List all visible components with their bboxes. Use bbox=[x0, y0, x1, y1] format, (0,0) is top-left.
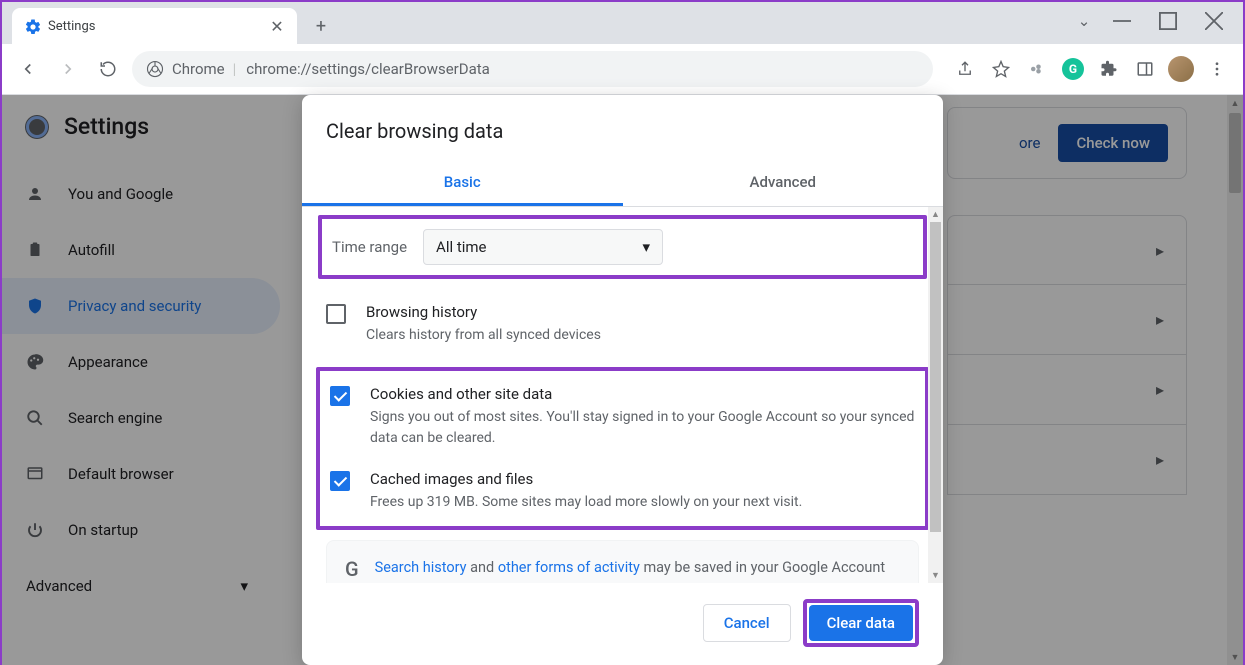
back-button[interactable] bbox=[12, 53, 44, 85]
menu-dots-icon[interactable] bbox=[1201, 53, 1233, 85]
dialog-title: Clear browsing data bbox=[302, 95, 943, 161]
dialog-scrollbar[interactable]: ▲ ▼ bbox=[928, 207, 943, 583]
window-close-button[interactable] bbox=[1191, 7, 1237, 35]
option-desc: Frees up 319 MB. Some sites may load mor… bbox=[370, 492, 915, 512]
reload-button[interactable] bbox=[92, 53, 124, 85]
scroll-up-icon[interactable]: ▲ bbox=[928, 207, 943, 222]
gear-icon bbox=[24, 18, 40, 34]
time-range-value: All time bbox=[436, 238, 486, 256]
bookmark-star-icon[interactable] bbox=[985, 53, 1017, 85]
sidepanel-icon[interactable] bbox=[1129, 53, 1161, 85]
share-icon[interactable] bbox=[949, 53, 981, 85]
url-text: chrome://settings/clearBrowserData bbox=[246, 60, 490, 78]
link-search-history[interactable]: Search history bbox=[375, 559, 467, 576]
clear-data-highlight: Clear data bbox=[803, 599, 919, 647]
site-identity: Chrome | bbox=[146, 60, 236, 78]
option-cookies: Cookies and other site data Signs you ou… bbox=[330, 385, 915, 448]
checkbox-cookies[interactable] bbox=[330, 386, 350, 406]
time-range-label: Time range bbox=[332, 238, 407, 256]
toolbar-actions: G bbox=[949, 53, 1233, 85]
profile-avatar[interactable] bbox=[1165, 53, 1197, 85]
maximize-button[interactable] bbox=[1145, 7, 1191, 35]
grammarly-icon[interactable]: G bbox=[1057, 53, 1089, 85]
tab-title: Settings bbox=[48, 19, 261, 34]
site-id-label: Chrome bbox=[172, 60, 225, 78]
clear-browsing-data-dialog: Clear browsing data Basic Advanced Time … bbox=[302, 95, 943, 665]
time-range-row: Time range All time ▾ bbox=[318, 215, 927, 279]
chrome-logo-icon bbox=[146, 60, 164, 78]
google-g-icon: G bbox=[345, 557, 359, 579]
minimize-button[interactable] bbox=[1099, 7, 1145, 35]
link-other-activity[interactable]: other forms of activity bbox=[498, 559, 640, 576]
new-tab-button[interactable]: + bbox=[307, 12, 335, 40]
toolbar: Chrome | chrome://settings/clearBrowserD… bbox=[2, 44, 1243, 95]
option-desc: Clears history from all synced devices bbox=[366, 325, 919, 345]
option-cache: Cached images and files Frees up 319 MB.… bbox=[330, 470, 915, 512]
tab-basic[interactable]: Basic bbox=[302, 161, 623, 206]
option-desc: Signs you out of most sites. You'll stay… bbox=[370, 407, 915, 448]
clear-data-button[interactable]: Clear data bbox=[809, 605, 913, 641]
browser-tab[interactable]: Settings ✕ bbox=[12, 8, 297, 44]
tab-search-icon[interactable]: ⌄ bbox=[1069, 7, 1099, 35]
checkbox-browsing-history[interactable] bbox=[326, 304, 346, 324]
time-range-select[interactable]: All time ▾ bbox=[423, 229, 663, 265]
highlighted-options: Cookies and other site data Signs you ou… bbox=[316, 367, 929, 530]
dialog-tabs: Basic Advanced bbox=[302, 161, 943, 207]
chevron-down-icon: ▾ bbox=[643, 238, 651, 256]
browser-chrome: Settings ✕ + ⌄ Chrome | chrome://setting… bbox=[2, 2, 1243, 95]
checkbox-cache[interactable] bbox=[330, 471, 350, 491]
scrollbar-thumb[interactable] bbox=[930, 222, 941, 532]
settings-page: Settings You and Google Autofill Privacy… bbox=[2, 95, 1243, 665]
forward-button[interactable] bbox=[52, 53, 84, 85]
option-title: Cached images and files bbox=[370, 470, 915, 488]
extension-icon[interactable] bbox=[1021, 53, 1053, 85]
info-text: Search history and other forms of activi… bbox=[375, 557, 900, 583]
tab-strip: Settings ✕ + ⌄ bbox=[2, 2, 1243, 44]
close-icon[interactable]: ✕ bbox=[269, 18, 285, 34]
window-controls: ⌄ bbox=[1069, 2, 1237, 40]
option-title: Browsing history bbox=[366, 303, 919, 321]
info-card: G Search history and other forms of acti… bbox=[326, 540, 919, 583]
scroll-down-icon[interactable]: ▼ bbox=[928, 568, 943, 583]
tab-advanced[interactable]: Advanced bbox=[623, 161, 944, 206]
dialog-body: Time range All time ▾ Browsing history C… bbox=[302, 207, 943, 583]
option-title: Cookies and other site data bbox=[370, 385, 915, 403]
option-browsing-history: Browsing history Clears history from all… bbox=[326, 287, 919, 361]
address-bar[interactable]: Chrome | chrome://settings/clearBrowserD… bbox=[132, 51, 933, 87]
dialog-footer: Cancel Clear data bbox=[302, 583, 943, 665]
cancel-button[interactable]: Cancel bbox=[703, 604, 791, 642]
extensions-puzzle-icon[interactable] bbox=[1093, 53, 1125, 85]
